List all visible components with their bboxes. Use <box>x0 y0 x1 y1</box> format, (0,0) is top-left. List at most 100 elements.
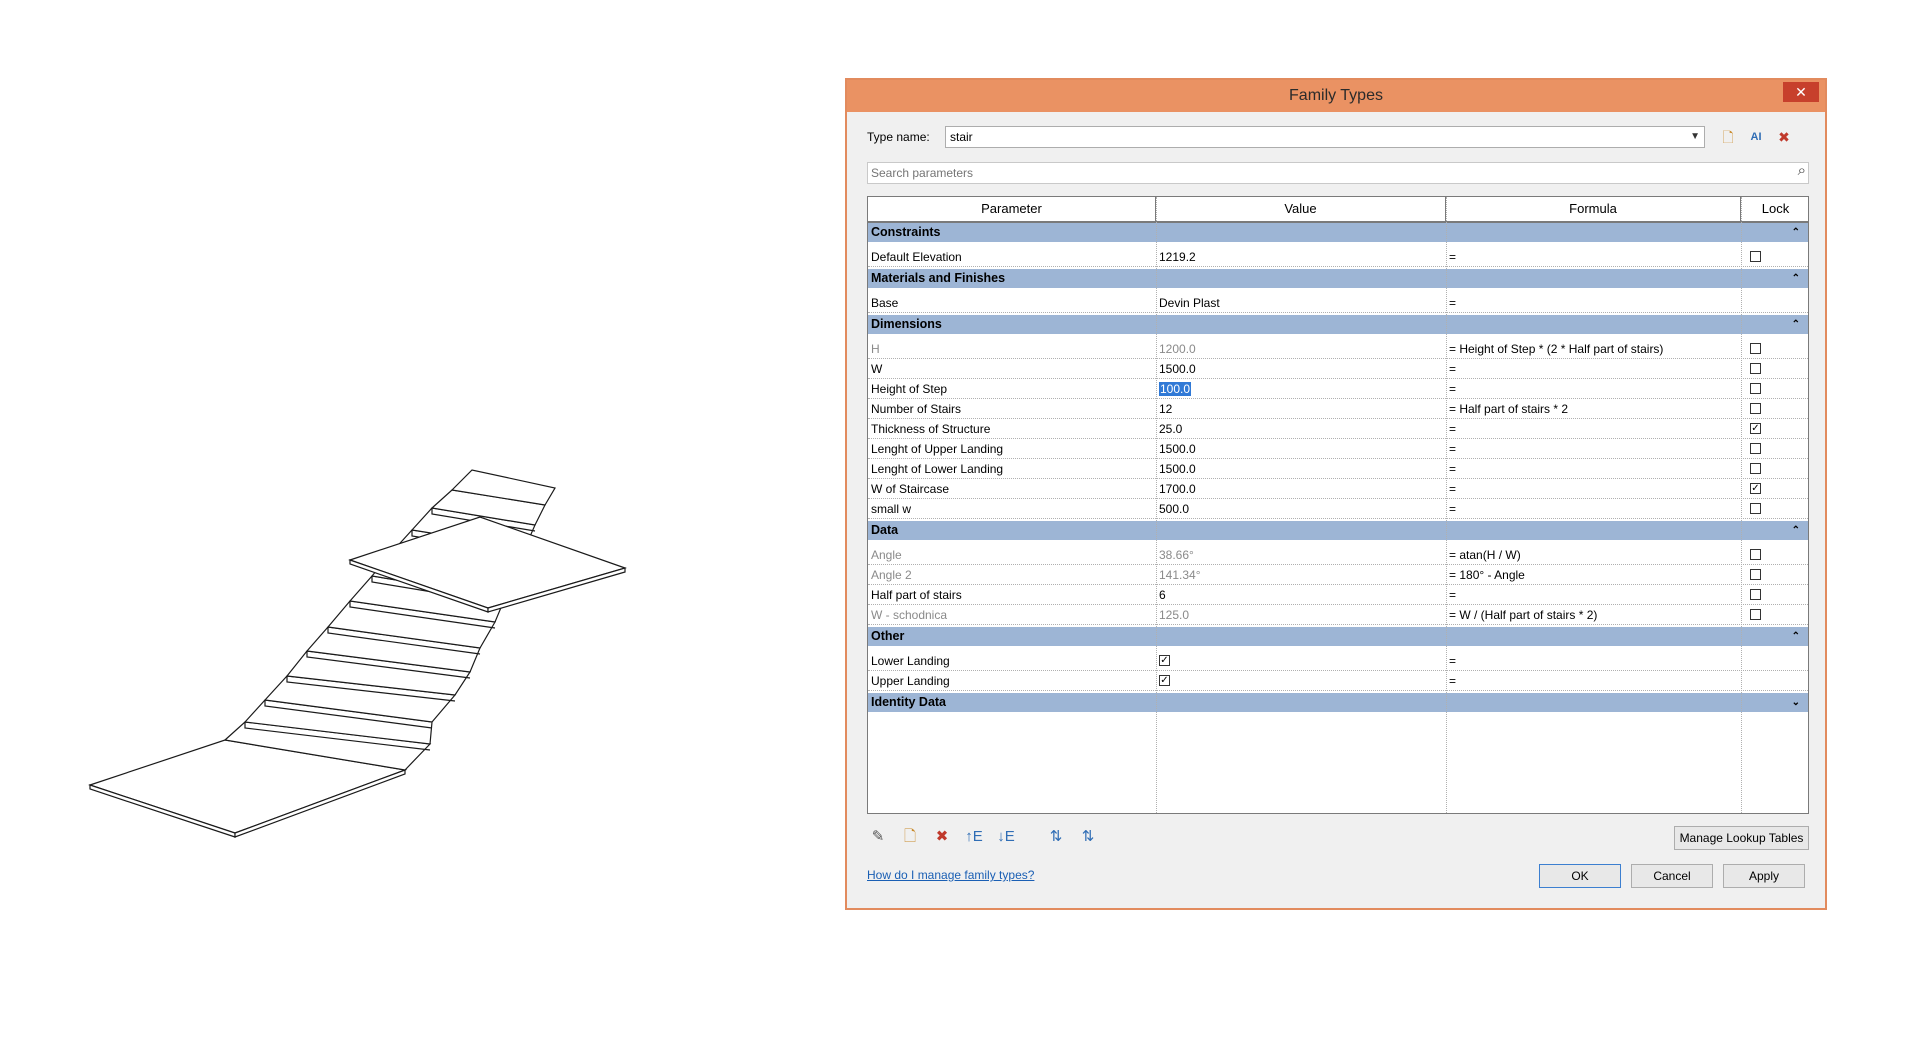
collapse-icon[interactable]: ⌃ <box>1792 315 1800 334</box>
delete-parameter-icon[interactable]: ✖ <box>931 826 953 848</box>
value-checkbox[interactable]: ✓ <box>1159 675 1170 686</box>
header-formula[interactable]: Formula <box>1446 197 1741 221</box>
header-parameter[interactable]: Parameter <box>868 197 1156 221</box>
parameter-row[interactable]: small w 500.0 = <box>868 499 1808 519</box>
parameter-formula[interactable]: = <box>1446 671 1741 690</box>
edit-parameter-icon[interactable]: ✎ <box>867 826 889 848</box>
parameter-formula[interactable]: = W / (Half part of stairs * 2) <box>1446 605 1741 624</box>
parameter-formula[interactable]: = <box>1446 439 1741 458</box>
lock-checkbox[interactable] <box>1750 443 1761 454</box>
parameter-formula[interactable]: = <box>1446 499 1741 518</box>
parameter-value[interactable]: 6 <box>1156 585 1446 604</box>
parameter-value[interactable]: 12 <box>1156 399 1446 418</box>
lock-checkbox[interactable] <box>1750 463 1761 474</box>
parameter-row[interactable]: Half part of stairs 6 = <box>868 585 1808 605</box>
parameter-formula[interactable]: = <box>1446 585 1741 604</box>
parameter-value[interactable]: 1500.0 <box>1156 359 1446 378</box>
parameter-row[interactable]: Upper Landing ✓ = <box>868 671 1808 691</box>
help-link[interactable]: How do I manage family types? <box>867 868 1034 882</box>
parameter-row[interactable]: Number of Stairs 12 = Half part of stairs … <box>868 399 1808 419</box>
collapse-icon[interactable]: ⌃ <box>1792 627 1800 646</box>
lock-checkbox[interactable] <box>1750 383 1761 394</box>
new-parameter-icon[interactable]: 🗋 <box>899 826 921 848</box>
lock-checkbox[interactable] <box>1750 403 1761 414</box>
parameter-row[interactable]: Lower Landing ✓ = <box>868 651 1808 671</box>
sort-ascending-icon[interactable]: ⇅ <box>1045 826 1067 848</box>
parameter-value[interactable]: 1500.0 <box>1156 459 1446 478</box>
group-header[interactable]: Identity Data ⌄ <box>868 693 1808 712</box>
parameter-value[interactable]: ✓ <box>1156 651 1446 670</box>
parameter-row[interactable]: W - schodnica 125.0 = W / (Half part of st… <box>868 605 1808 625</box>
parameter-formula[interactable]: = Half part of stairs * 2 <box>1446 399 1741 418</box>
group-header[interactable]: Data ⌃ <box>868 521 1808 540</box>
parameter-formula[interactable]: = 180° - Angle <box>1446 565 1741 584</box>
parameter-formula[interactable]: = <box>1446 379 1741 398</box>
close-button[interactable]: ✕ <box>1783 82 1819 102</box>
collapse-icon[interactable]: ⌃ <box>1792 521 1800 540</box>
parameter-formula[interactable]: = <box>1446 419 1741 438</box>
parameter-value[interactable]: 38.66° <box>1156 545 1446 564</box>
parameter-value[interactable]: Devin Plast <box>1156 293 1446 312</box>
parameter-row[interactable]: Base Devin Plast = <box>868 293 1808 313</box>
parameter-row[interactable]: Height of Step 100.0 = <box>868 379 1808 399</box>
collapse-icon[interactable]: ⌃ <box>1792 223 1800 242</box>
rename-type-icon[interactable]: AI <box>1745 126 1767 148</box>
type-name-dropdown[interactable]: stair ▼ <box>945 126 1705 148</box>
lock-checkbox[interactable] <box>1750 363 1761 374</box>
group-header[interactable]: Materials and Finishes ⌃ <box>868 269 1808 288</box>
new-type-icon[interactable]: 🗋 <box>1717 126 1739 148</box>
lock-checkbox[interactable] <box>1750 503 1761 514</box>
parameter-row[interactable]: Default Elevation 1219.2 = <box>868 247 1808 267</box>
value-checkbox[interactable]: ✓ <box>1159 655 1170 666</box>
parameter-formula[interactable]: = Height of Step * (2 * Half part of sta… <box>1446 339 1741 358</box>
lock-checkbox[interactable] <box>1750 251 1761 262</box>
lock-checkbox[interactable]: ✓ <box>1750 483 1761 494</box>
parameter-formula[interactable]: = atan(H / W) <box>1446 545 1741 564</box>
collapse-icon[interactable]: ⌃ <box>1792 269 1800 288</box>
parameter-row[interactable]: Angle 2 141.34° = 180° - Angle <box>868 565 1808 585</box>
lock-checkbox[interactable] <box>1750 549 1761 560</box>
parameter-row[interactable]: Lenght of Lower Landing 1500.0 = <box>868 459 1808 479</box>
parameter-value[interactable]: 1219.2 <box>1156 247 1446 266</box>
search-icon[interactable]: ⌕ <box>1798 162 1806 179</box>
lock-checkbox[interactable]: ✓ <box>1750 423 1761 434</box>
move-down-icon[interactable]: ↓E <box>995 826 1017 848</box>
parameter-formula[interactable]: = <box>1446 293 1741 312</box>
cancel-button[interactable]: Cancel <box>1631 864 1713 888</box>
parameter-row[interactable]: Lenght of Upper Landing 1500.0 = <box>868 439 1808 459</box>
parameter-value[interactable]: 141.34° <box>1156 565 1446 584</box>
parameter-formula[interactable]: = <box>1446 479 1741 498</box>
lock-checkbox[interactable] <box>1750 589 1761 600</box>
lock-checkbox[interactable] <box>1750 569 1761 580</box>
lock-checkbox[interactable] <box>1750 609 1761 620</box>
parameter-value[interactable]: ✓ <box>1156 671 1446 690</box>
parameter-value[interactable]: 1500.0 <box>1156 439 1446 458</box>
move-up-icon[interactable]: ↑E <box>963 826 985 848</box>
parameter-value[interactable]: 100.0 <box>1156 379 1446 398</box>
apply-button[interactable]: Apply <box>1723 864 1805 888</box>
parameter-value[interactable]: 500.0 <box>1156 499 1446 518</box>
parameter-value[interactable]: 125.0 <box>1156 605 1446 624</box>
manage-lookup-tables-button[interactable]: Manage Lookup Tables <box>1674 826 1809 850</box>
header-value[interactable]: Value <box>1156 197 1446 221</box>
parameter-row[interactable]: Thickness of Structure 25.0 = ✓ <box>868 419 1808 439</box>
delete-type-icon[interactable]: ✖ <box>1773 126 1795 148</box>
parameter-row[interactable]: W of Staircase 1700.0 = ✓ <box>868 479 1808 499</box>
parameter-row[interactable]: W 1500.0 = <box>868 359 1808 379</box>
lock-checkbox[interactable] <box>1750 343 1761 354</box>
parameter-value[interactable]: 25.0 <box>1156 419 1446 438</box>
parameter-row[interactable]: Angle 38.66° = atan(H / W) <box>868 545 1808 565</box>
sort-descending-icon[interactable]: ⇅ <box>1077 826 1099 848</box>
parameter-formula[interactable]: = <box>1446 651 1741 670</box>
parameter-value[interactable]: 1700.0 <box>1156 479 1446 498</box>
parameter-value[interactable]: 1200.0 <box>1156 339 1446 358</box>
search-parameters-box[interactable]: ⌕ <box>867 162 1809 184</box>
group-header[interactable]: Constraints ⌃ <box>868 223 1808 242</box>
group-header[interactable]: Other ⌃ <box>868 627 1808 646</box>
ok-button[interactable]: OK <box>1539 864 1621 888</box>
header-lock[interactable]: Lock <box>1741 197 1808 221</box>
parameter-row[interactable]: H 1200.0 = Height of Step * (2 * Half part… <box>868 339 1808 359</box>
parameter-formula[interactable]: = <box>1446 247 1741 266</box>
parameter-formula[interactable]: = <box>1446 459 1741 478</box>
search-input[interactable] <box>868 163 1754 183</box>
